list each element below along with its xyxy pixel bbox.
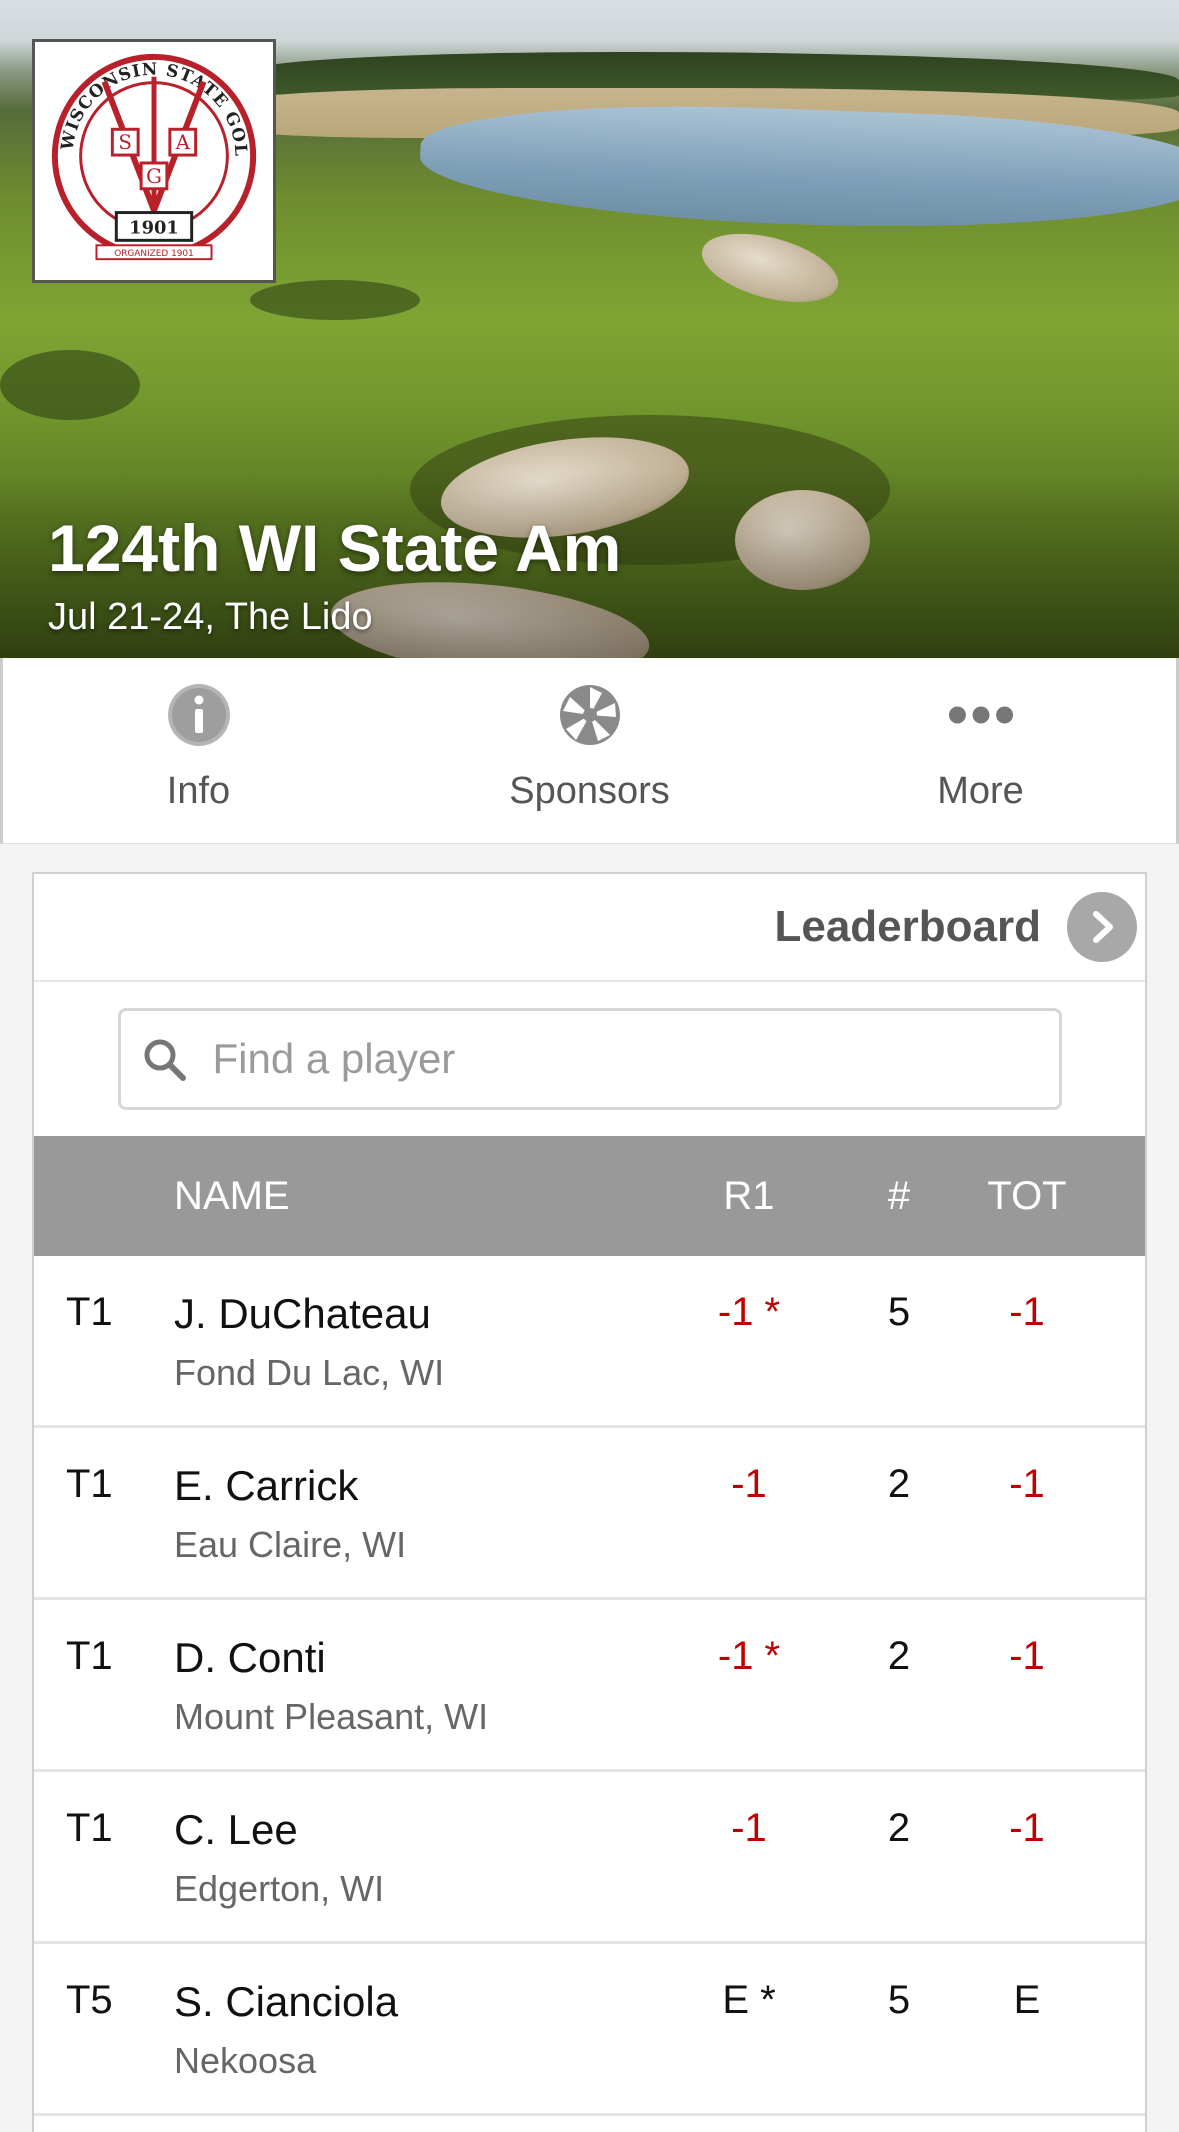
tab-more[interactable]: More <box>785 658 1176 843</box>
tab-more-label: More <box>937 770 1024 812</box>
player-position: T1 <box>66 1634 113 1678</box>
round1-score: -1 * <box>717 1290 781 1334</box>
player-position: T5 <box>66 1978 113 2022</box>
leaderboard-row[interactable]: T1 D. Conti Mount Pleasant, WI -1 * 2 -1 <box>34 1600 1145 1772</box>
chevron-right-icon[interactable] <box>1067 892 1137 962</box>
player-location: Fond Du Lac, WI <box>174 1352 445 1393</box>
total-score: -1 <box>1009 1462 1045 1506</box>
tab-info[interactable]: Info <box>3 658 394 843</box>
holes-played: 5 <box>887 1290 911 1334</box>
leaderboard-card: Leaderboard NAME R1 # TOT T1 J. DuChatea… <box>32 872 1147 2132</box>
total-score: -1 <box>1009 1290 1045 1334</box>
wsga-logo: WISCONSIN STATE GOLF ASSOCIATION S A G 1… <box>27 26 276 283</box>
svg-text:ORGANIZED 1901: ORGANIZED 1901 <box>114 249 194 259</box>
player-location: Mount Pleasant, WI <box>174 1696 489 1737</box>
player-name: J. DuChateau <box>174 1290 431 1337</box>
player-info: D. Conti Mount Pleasant, WI <box>174 1634 674 1738</box>
svg-text:A: A <box>175 131 191 154</box>
player-name: D. Conti <box>174 1634 326 1681</box>
total-score: E <box>1013 1978 1041 2022</box>
search-icon <box>144 1039 186 1081</box>
round1-score: E * <box>722 1978 776 2022</box>
info-icon <box>166 682 232 748</box>
player-info: J. DuChateau Fond Du Lac, WI <box>174 1290 674 1394</box>
player-name: C. Lee <box>174 1806 298 1853</box>
search-area <box>34 982 1145 1136</box>
col-header-name: NAME <box>174 1173 290 1218</box>
col-header-hole: # <box>887 1173 911 1218</box>
wsga-seal-icon: WISCONSIN STATE GOLF ASSOCIATION S A G 1… <box>27 26 257 261</box>
col-header-r1: R1 <box>723 1173 775 1218</box>
event-tab-bar: Info Sponsors More <box>0 658 1179 844</box>
holes-played: 5 <box>887 1978 911 2022</box>
player-info: E. Carrick Eau Claire, WI <box>174 1462 674 1566</box>
player-position: T1 <box>66 1290 113 1334</box>
holes-played: 2 <box>887 1462 911 1506</box>
total-score: -1 <box>1009 1806 1045 1850</box>
holes-played: 2 <box>887 1634 911 1678</box>
fairway-shadow <box>250 280 420 320</box>
player-position: T1 <box>66 1806 113 1850</box>
sand-bunker <box>694 220 846 316</box>
event-hero-banner: WISCONSIN STATE GOLF ASSOCIATION S A G 1… <box>0 0 1179 658</box>
col-header-tot: TOT <box>987 1173 1067 1218</box>
total-score: -1 <box>1009 1634 1045 1678</box>
player-location: Nekoosa <box>174 2040 317 2081</box>
leaderboard-column-header: NAME R1 # TOT <box>34 1136 1145 1256</box>
player-name: E. Carrick <box>174 1462 359 1509</box>
leaderboard-header[interactable]: Leaderboard <box>34 874 1145 982</box>
svg-text:G: G <box>146 165 162 188</box>
round1-score: -1 * <box>717 1634 781 1678</box>
fairway-shadow <box>0 350 140 420</box>
leaderboard-row[interactable]: T1 J. DuChateau Fond Du Lac, WI -1 * 5 -… <box>34 1256 1145 1428</box>
leaderboard-row[interactable]: T1 E. Carrick Eau Claire, WI -1 2 -1 <box>34 1428 1145 1600</box>
tab-sponsors-label: Sponsors <box>509 770 670 812</box>
player-info: C. Lee Edgerton, WI <box>174 1806 674 1910</box>
svg-text:1901: 1901 <box>129 217 179 238</box>
round1-score: -1 <box>731 1806 767 1850</box>
svg-text:S: S <box>118 131 132 154</box>
player-name: S. Cianciola <box>174 1978 399 2025</box>
tab-info-label: Info <box>166 770 231 812</box>
event-subtitle: Jul 21-24, The Lido <box>48 596 373 638</box>
player-position: T1 <box>66 1462 113 1506</box>
player-info: S. Cianciola Nekoosa <box>174 1978 674 2082</box>
round1-score: -1 <box>731 1462 767 1506</box>
aperture-icon <box>557 682 623 748</box>
player-search-input[interactable] <box>212 1035 1033 1083</box>
tab-sponsors[interactable]: Sponsors <box>394 658 785 843</box>
player-search-box[interactable] <box>117 1008 1062 1110</box>
leaderboard-title[interactable]: Leaderboard <box>774 902 1041 952</box>
player-location: Edgerton, WI <box>174 1868 385 1909</box>
leaderboard-row[interactable]: T1 C. Lee Edgerton, WI -1 2 -1 <box>34 1772 1145 1944</box>
more-dots-icon <box>948 682 1014 748</box>
event-title: 124th WI State Am <box>48 511 622 585</box>
player-location: Eau Claire, WI <box>174 1524 407 1565</box>
leaderboard-row[interactable]: T5 S. Cianciola Nekoosa E * 5 E <box>34 1944 1145 2116</box>
holes-played: 2 <box>887 1806 911 1850</box>
